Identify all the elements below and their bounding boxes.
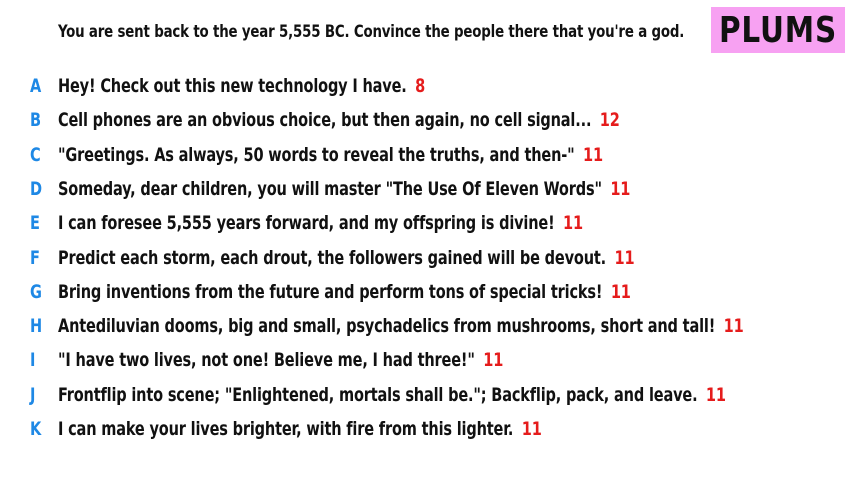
logo-text: PLUMS xyxy=(718,9,838,51)
entry-letter: C xyxy=(30,143,41,166)
entry-score: 11 xyxy=(610,280,631,303)
entry-row-d: D Someday, dear children, you will maste… xyxy=(0,176,853,206)
entry-row-a: A Hey! Check out this new technology I h… xyxy=(0,73,853,103)
entry-text: Cell phones are an obvious choice, but t… xyxy=(58,109,592,132)
entry-letter: D xyxy=(30,177,43,200)
entry-text: I can foresee 5,555 years forward, and m… xyxy=(58,212,555,235)
entry-row-f: F Predict each storm, each drout, the fo… xyxy=(0,245,853,275)
entry-text: Bring inventions from the future and per… xyxy=(58,280,603,303)
entry-score: 11 xyxy=(483,349,504,372)
entry-row-g: G Bring inventions from the future and p… xyxy=(0,279,853,309)
entry-letter: J xyxy=(30,383,36,406)
entry-score: 11 xyxy=(583,143,603,166)
entry-row-j: J Frontflip into scene; "Enlightened, mo… xyxy=(0,382,853,412)
entry-text: "I have two lives, not one! Believe me, … xyxy=(58,349,475,372)
entry-row-k: K I can make your lives brighter, with f… xyxy=(0,416,853,446)
entry-text: Predict each storm, each drout, the foll… xyxy=(58,246,607,269)
entry-score: 11 xyxy=(563,212,583,235)
entry-score: 8 xyxy=(415,75,426,97)
entry-letter: B xyxy=(30,109,42,132)
entry-text: Hey! Check out this new technology I hav… xyxy=(58,75,407,97)
entry-letter: I xyxy=(30,349,36,372)
entry-letter: H xyxy=(30,315,43,338)
entry-row-b: B Cell phones are an obvious choice, but… xyxy=(0,107,853,137)
entry-score: 11 xyxy=(705,383,726,406)
entry-letter: G xyxy=(30,280,42,303)
entry-score: 11 xyxy=(614,246,635,269)
entry-score: 11 xyxy=(723,315,744,338)
entry-score: 11 xyxy=(610,177,631,200)
entry-score: 11 xyxy=(521,418,542,440)
entry-letter: K xyxy=(30,418,42,440)
entry-text: Someday, dear children, you will master … xyxy=(58,177,602,200)
entry-text: Frontflip into scene; "Enlightened, mort… xyxy=(58,383,698,406)
entry-text: Antediluvian dooms, big and small, psych… xyxy=(58,315,716,338)
entry-score: 12 xyxy=(599,109,620,132)
entry-text: "Greetings. As always, 50 words to revea… xyxy=(58,143,575,166)
entry-row-h: H Antediluvian dooms, big and small, psy… xyxy=(0,313,853,343)
entry-row-c: C "Greetings. As always, 50 words to rev… xyxy=(0,142,853,172)
plums-logo: PLUMS xyxy=(711,7,845,53)
entry-row-i: I "I have two lives, not one! Believe me… xyxy=(0,347,853,377)
entry-text: I can make your lives brighter, with fir… xyxy=(58,418,514,440)
prompt-text: You are sent back to the year 5,555 BC. … xyxy=(58,22,685,41)
entry-letter: F xyxy=(30,246,40,269)
entry-letter: A xyxy=(30,75,42,97)
entry-row-e: E I can foresee 5,555 years forward, and… xyxy=(0,210,853,240)
entry-letter: E xyxy=(30,212,40,235)
